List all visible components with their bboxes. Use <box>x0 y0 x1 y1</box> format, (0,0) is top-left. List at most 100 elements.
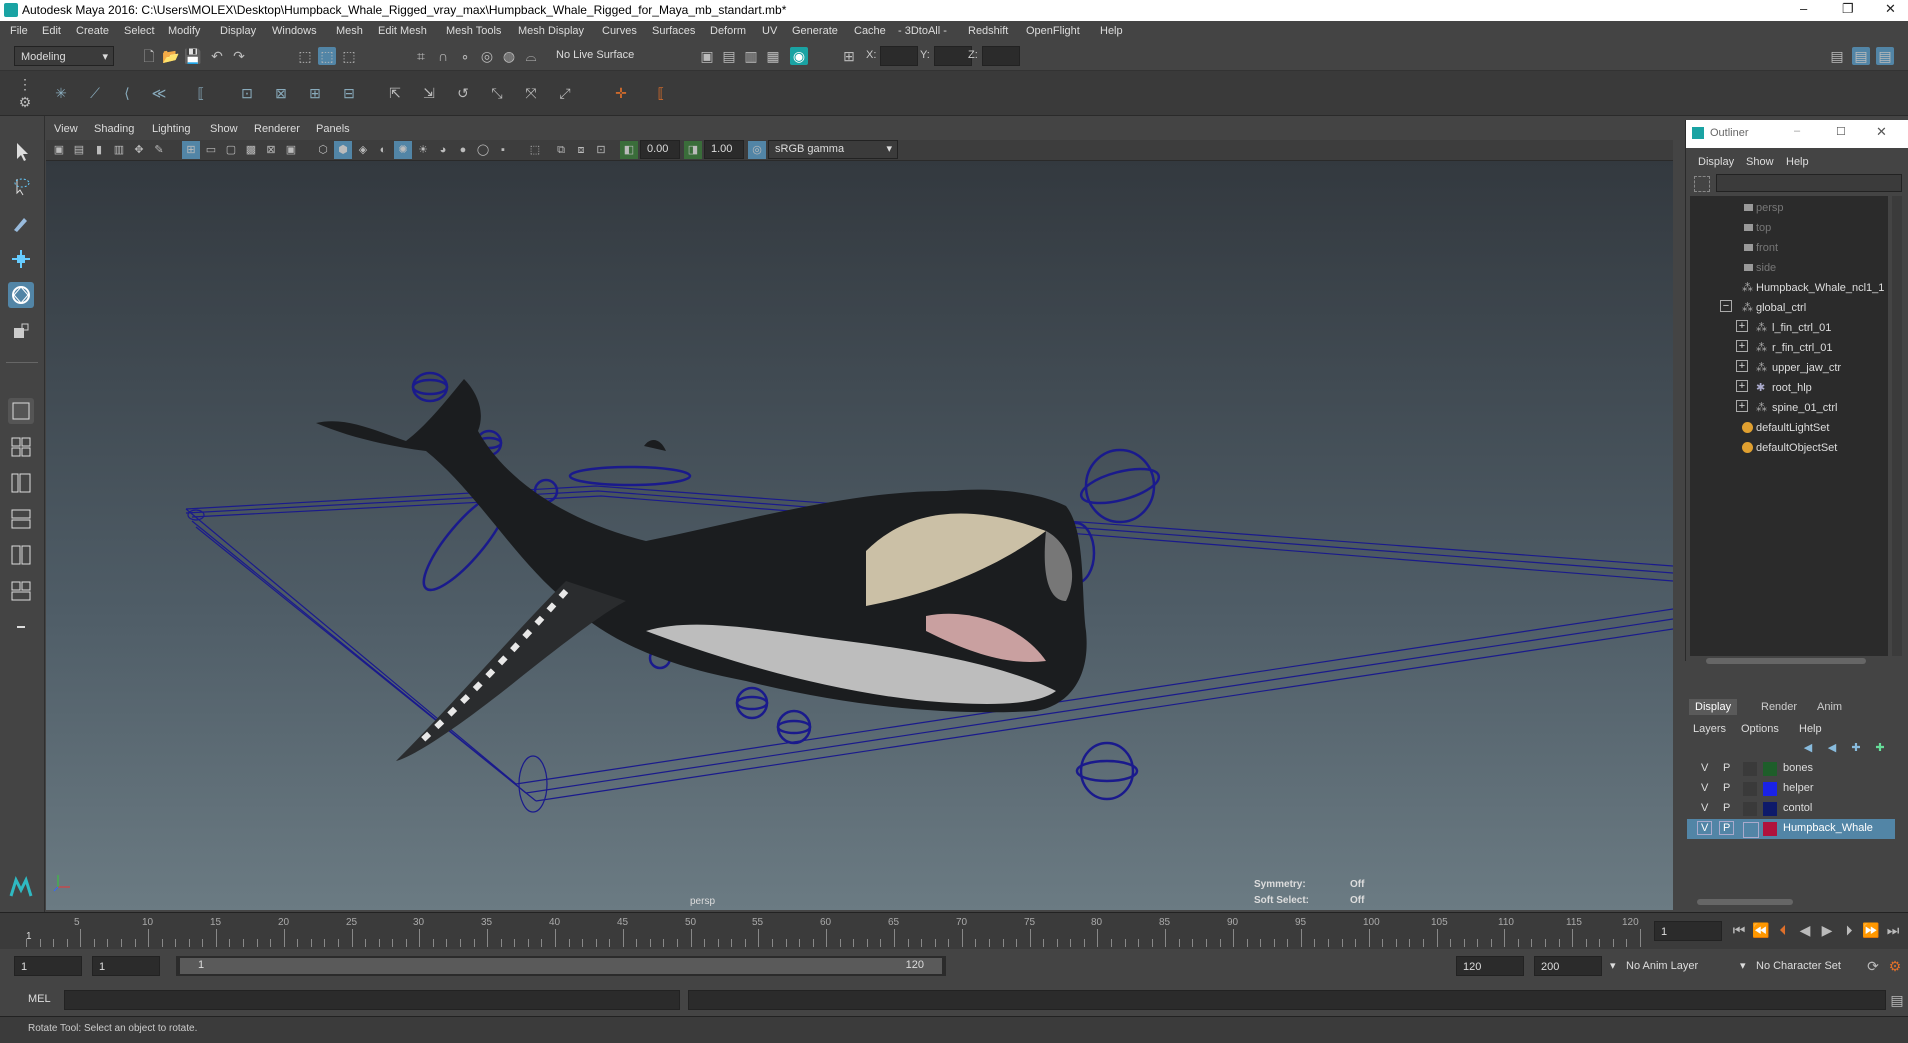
move-layer-up-icon[interactable]: ◀ <box>1799 739 1817 757</box>
cluster-icon[interactable]: ⊡ <box>238 84 256 102</box>
modeling-toolkit-icon[interactable]: ▤ <box>1828 47 1846 65</box>
animation-preferences-icon[interactable]: ⚙ <box>1886 957 1904 975</box>
tab-anim[interactable]: Anim <box>1811 699 1848 715</box>
parent-constraint-icon[interactable]: ⤧ <box>522 84 540 102</box>
outliner-minimize-button[interactable]: – <box>1794 125 1800 137</box>
play-forwards-icon[interactable]: ▶ <box>1818 921 1836 939</box>
expand-icon[interactable]: + <box>1736 320 1748 332</box>
layer-row[interactable]: V P helper <box>1687 779 1895 799</box>
outliner-menu-show[interactable]: Show <box>1746 156 1774 168</box>
outliner-item[interactable]: front <box>1690 242 1890 262</box>
menu-uv[interactable]: UV <box>762 25 777 37</box>
scale-tool-icon[interactable] <box>8 318 34 344</box>
outliner-search-input[interactable] <box>1716 174 1902 192</box>
tab-display[interactable]: Display <box>1689 699 1738 715</box>
snap-view-icon[interactable]: ◎ <box>478 47 496 65</box>
move-layer-down-icon[interactable]: ◀ <box>1823 739 1841 757</box>
screen-space-ao-icon[interactable]: ◕ <box>434 141 452 159</box>
menu-create[interactable]: Create <box>76 25 109 37</box>
current-frame-field[interactable]: 1 <box>1654 921 1722 941</box>
gate-mask-icon[interactable]: ▩ <box>242 141 260 159</box>
outliner-persp-layout-icon[interactable] <box>8 470 34 496</box>
shelf-options-icon[interactable]: ⚙ <box>16 93 34 111</box>
layer-row-selected[interactable]: V P Humpback_Whale <box>1687 819 1895 839</box>
bind-skin-icon[interactable]: ≪ <box>150 84 168 102</box>
camera-select-icon[interactable]: ▣ <box>50 141 68 159</box>
restore-button[interactable]: ❐ <box>1842 1 1854 17</box>
attribute-editor-icon[interactable]: ▤ <box>1852 47 1870 65</box>
maya-home-icon[interactable] <box>8 874 34 900</box>
wire-deformer-icon[interactable]: ⊞ <box>306 84 324 102</box>
playback-start-field[interactable]: 1 <box>92 956 160 976</box>
menu-generate[interactable]: Generate <box>792 25 838 37</box>
locator-icon[interactable]: ✛ <box>612 84 630 102</box>
menu-edit[interactable]: Edit <box>42 25 61 37</box>
transform-field-icon[interactable]: ⊞ <box>840 47 858 65</box>
menu-mesh[interactable]: Mesh <box>336 25 363 37</box>
textured-icon[interactable]: ◐ <box>374 141 392 159</box>
xray-joints-icon[interactable]: ⧈ <box>572 141 590 159</box>
perspective-viewport[interactable]: persp Symmetry: Off Soft Select: Off <box>46 161 1673 910</box>
outliner-close-button[interactable]: ✕ <box>1876 124 1887 140</box>
mode-selector[interactable]: Modeling ▾ <box>14 46 114 66</box>
xray-icon[interactable]: ⧉ <box>552 141 570 159</box>
color-management-icon[interactable]: ◎ <box>748 141 766 159</box>
live-surface-label[interactable]: No Live Surface <box>556 49 634 61</box>
scale-constraint-icon[interactable]: ⤡ <box>488 84 506 102</box>
orient-constraint-icon[interactable]: ↺ <box>454 84 472 102</box>
z-field[interactable] <box>982 46 1020 66</box>
outliner-item[interactable]: defaultObjectSet <box>1690 442 1890 462</box>
outliner-maximize-button[interactable]: ☐ <box>1836 125 1846 138</box>
select-by-object-icon[interactable]: ⬚ <box>318 47 336 65</box>
outliner-item[interactable]: top <box>1690 222 1890 242</box>
visibility-toggle[interactable]: V <box>1697 821 1713 835</box>
layer-type-toggle[interactable] <box>1743 782 1757 796</box>
layer-color-swatch[interactable] <box>1763 822 1777 836</box>
outliner-menu-display[interactable]: Display <box>1698 156 1734 168</box>
playback-end-field[interactable]: 120 <box>1456 956 1524 976</box>
wireframe-on-shaded-icon[interactable]: ◈ <box>354 141 372 159</box>
four-view-layout-icon[interactable] <box>8 434 34 460</box>
go-to-end-icon[interactable]: ⏭ <box>1884 921 1902 939</box>
outliner-item[interactable]: + ⁂ r_fin_ctrl_01 <box>1690 340 1890 362</box>
menu-file[interactable]: File <box>10 25 28 37</box>
menu-cache[interactable]: Cache <box>854 25 886 37</box>
layer-row[interactable]: V P contol <box>1687 799 1895 819</box>
menu-edit-mesh[interactable]: Edit Mesh <box>378 25 427 37</box>
menu-curves[interactable]: Curves <box>602 25 637 37</box>
x-field[interactable] <box>880 46 918 66</box>
layer-row[interactable]: V P bones <box>1687 759 1895 779</box>
color-space-dropdown[interactable]: sRGB gamma ▾ <box>768 140 898 159</box>
menu-surfaces[interactable]: Surfaces <box>652 25 695 37</box>
layer-type-toggle[interactable] <box>1743 762 1757 776</box>
animation-end-field[interactable]: 200 <box>1534 956 1602 976</box>
xray-components-icon[interactable]: ⊡ <box>592 141 610 159</box>
cv-curve-icon[interactable]: ⟦ <box>652 84 670 102</box>
menu-help[interactable]: Help <box>1100 25 1123 37</box>
shelf-menu-icon[interactable]: ⋮ <box>16 75 34 93</box>
menu-openflight[interactable]: OpenFlight <box>1026 25 1080 37</box>
rotate-tool-icon[interactable] <box>8 282 34 308</box>
hypershade-layout-icon[interactable] <box>8 542 34 568</box>
script-editor-icon[interactable]: ▤ <box>1888 991 1906 1009</box>
ik-handle-icon[interactable]: ⟋ <box>86 84 104 102</box>
outliner-item[interactable]: − ⁂ global_ctrl <box>1690 300 1890 322</box>
new-scene-icon[interactable]: 🗋 <box>140 47 158 65</box>
viewport-menu-lighting[interactable]: Lighting <box>152 123 191 135</box>
menu-display[interactable]: Display <box>220 25 256 37</box>
playback-toggle[interactable]: P <box>1723 782 1730 794</box>
snap-surface-icon[interactable]: ◍ <box>500 47 518 65</box>
joint-tool-icon[interactable]: ✳ <box>52 84 70 102</box>
menu-3dtoall[interactable]: - 3DtoAll - <box>898 25 947 37</box>
shadows-icon[interactable]: ☀ <box>414 141 432 159</box>
expand-icon[interactable]: + <box>1736 360 1748 372</box>
character-set-dropdown[interactable]: ▾ No Character Set <box>1740 956 1864 976</box>
range-slider[interactable]: 1 120 <box>176 956 946 976</box>
outliner-item[interactable]: + ⁂ spine_01_ctrl <box>1690 400 1890 422</box>
viewport-scene[interactable] <box>46 161 1673 910</box>
select-by-hierarchy-icon[interactable]: ⬚ <box>296 47 314 65</box>
grid-toggle-icon[interactable]: ⊞ <box>182 141 200 159</box>
sculpt-deformer-icon[interactable]: ⊟ <box>340 84 358 102</box>
viewport-menu-show[interactable]: Show <box>210 123 238 135</box>
command-input[interactable] <box>64 990 680 1010</box>
